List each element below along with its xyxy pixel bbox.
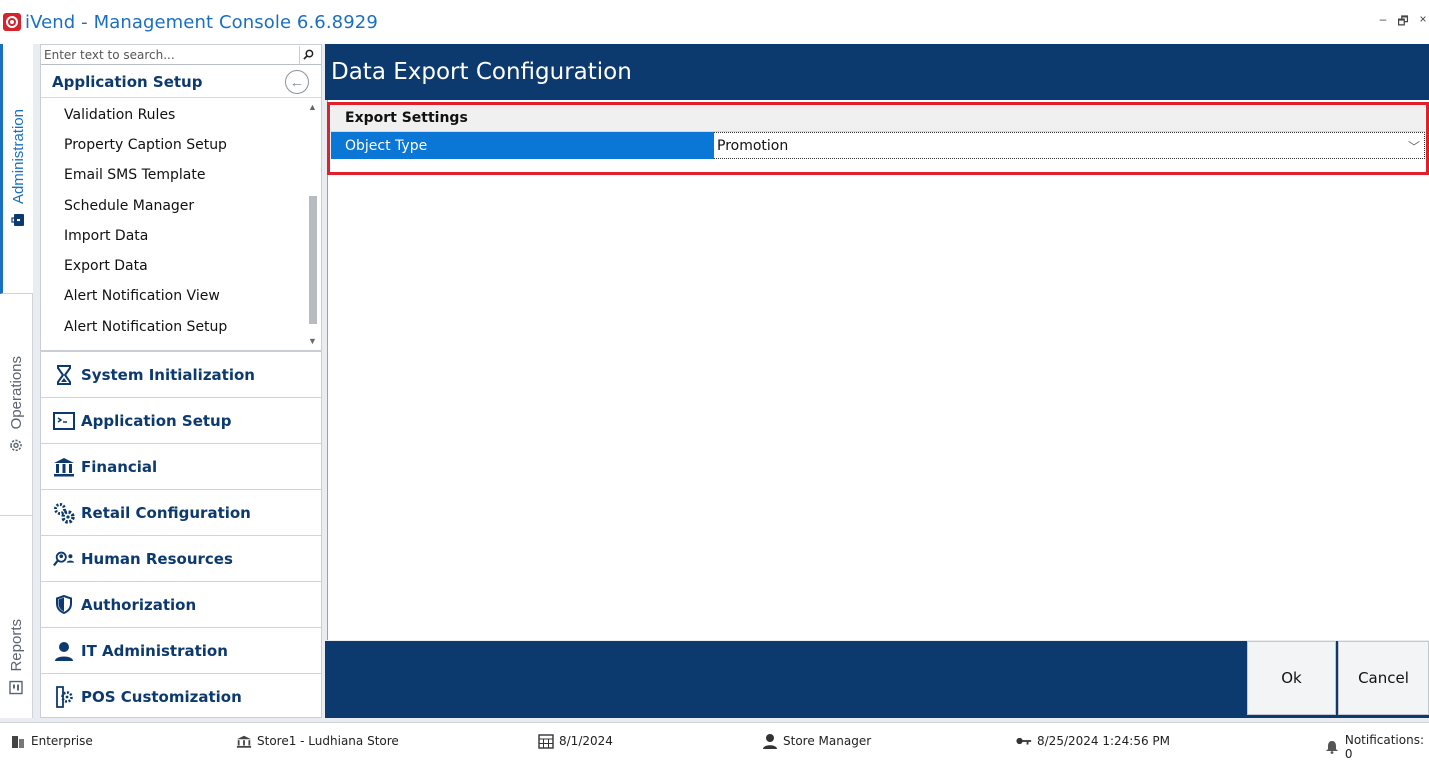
tab-operations-label: Operations xyxy=(8,355,25,430)
expanded-group-header: Application Setup ← xyxy=(41,66,321,98)
nav-group-financial[interactable]: Financial xyxy=(41,444,321,490)
sub-item-list: Validation Rules Property Caption Setup … xyxy=(41,100,321,350)
nav-group-label: Authorization xyxy=(81,595,197,614)
sub-item-email-sms-template[interactable]: Email SMS Template xyxy=(64,167,205,183)
close-icon[interactable]: × xyxy=(1417,12,1429,33)
console-icon xyxy=(53,410,75,432)
cancel-button[interactable]: Cancel xyxy=(1338,641,1429,715)
sub-list-scrollbar[interactable]: ▲ ▼ xyxy=(305,100,320,348)
window-controls: – 🗗 × xyxy=(1377,12,1429,33)
status-date-text: 8/1/2024 xyxy=(559,734,613,748)
window-title: iVend - Management Console 6.6.8929 xyxy=(25,11,378,33)
object-type-label: Object Type xyxy=(331,132,714,159)
briefcase-icon xyxy=(11,214,24,227)
user-icon xyxy=(53,640,75,662)
minimize-icon[interactable]: – xyxy=(1377,12,1389,33)
nav-group-label: System Initialization xyxy=(81,365,255,384)
tab-administration[interactable]: Administration xyxy=(0,44,33,294)
main-header: Data Export Configuration xyxy=(325,44,1429,100)
nav-group-label: Financial xyxy=(81,457,158,476)
status-date: 8/1/2024 xyxy=(538,733,613,749)
scroll-down-arrow-icon[interactable]: ▼ xyxy=(305,334,320,348)
arrow-left-icon: ← xyxy=(289,73,305,91)
report-icon xyxy=(9,680,24,694)
main-panel: Data Export Configuration Export Setting… xyxy=(325,44,1429,718)
people-search-icon xyxy=(53,548,75,570)
page-title: Data Export Configuration xyxy=(331,59,632,85)
ok-button[interactable]: Ok xyxy=(1247,641,1336,715)
tab-reports-label: Reports xyxy=(8,618,25,672)
nav-group-it-administration[interactable]: IT Administration xyxy=(41,628,321,674)
sub-item-schedule-manager[interactable]: Schedule Manager xyxy=(64,198,194,214)
nav-group-human-resources[interactable]: Human Resources xyxy=(41,536,321,582)
nav-group-pos-customization[interactable]: POS Customization xyxy=(41,674,321,720)
object-type-value: Promotion xyxy=(717,137,789,154)
user-icon xyxy=(762,733,778,749)
object-type-row[interactable]: Object Type Promotion ﹀ xyxy=(331,132,1425,159)
nav-group-system-initialization[interactable]: System Initialization xyxy=(41,352,321,398)
object-type-dropdown[interactable]: Promotion ﹀ xyxy=(714,132,1425,159)
module-tabs: Administration Operations Reports xyxy=(0,44,33,718)
property-grid-area: Export Settings Object Type Promotion ﹀ xyxy=(327,100,1429,640)
search-box xyxy=(41,45,321,65)
export-settings-section: Export Settings xyxy=(331,105,1425,132)
status-role: Store Manager xyxy=(762,733,871,749)
sub-item-alert-notification-setup[interactable]: Alert Notification Setup xyxy=(64,319,227,335)
back-button[interactable]: ← xyxy=(285,70,309,94)
chevron-down-icon[interactable]: ﹀ xyxy=(1408,138,1420,155)
nav-group-application-setup[interactable]: Application Setup xyxy=(41,398,321,444)
hourglass-icon xyxy=(53,364,75,386)
scroll-up-arrow-icon[interactable]: ▲ xyxy=(305,100,320,114)
status-login-time: 8/25/2024 1:24:56 PM xyxy=(1016,733,1170,749)
nav-group-label: POS Customization xyxy=(81,688,242,706)
gear-icon xyxy=(10,439,23,451)
section-title: Export Settings xyxy=(345,110,468,126)
key-icon xyxy=(1016,733,1032,749)
action-bar: Ok Cancel xyxy=(325,641,1429,718)
nav-group-label: Human Resources xyxy=(81,549,233,568)
navigation-panel: Application Setup ← Validation Rules Pro… xyxy=(40,44,322,718)
building-icon xyxy=(10,733,26,749)
status-store: Store1 - Ludhiana Store xyxy=(236,733,399,749)
sub-item-alert-notification-view[interactable]: Alert Notification View xyxy=(64,288,220,304)
sub-item-property-caption-setup[interactable]: Property Caption Setup xyxy=(64,137,227,153)
sub-item-import-data[interactable]: Import Data xyxy=(64,228,148,244)
status-role-text: Store Manager xyxy=(783,734,872,748)
management-console-window: iVend - Management Console 6.6.8929 – 🗗 … xyxy=(0,0,1429,761)
gears-icon xyxy=(53,502,75,524)
status-company: Enterprise xyxy=(10,733,93,749)
calendar-icon xyxy=(538,733,554,749)
app-logo-icon xyxy=(3,13,21,31)
sub-item-export-data[interactable]: Export Data xyxy=(64,258,148,274)
bell-icon xyxy=(1325,739,1340,755)
shield-icon xyxy=(53,594,75,616)
title-bar: iVend - Management Console 6.6.8929 – 🗗 … xyxy=(0,0,1429,44)
nav-group-label: IT Administration xyxy=(81,641,228,660)
sub-item-validation-rules[interactable]: Validation Rules xyxy=(64,107,175,123)
tab-administration-label: Administration xyxy=(9,108,27,205)
pos-gear-icon xyxy=(53,686,75,708)
status-notifications-text: Notifications: 0 xyxy=(1344,733,1425,761)
restore-icon[interactable]: 🗗 xyxy=(1397,12,1409,33)
nav-group-authorization[interactable]: Authorization xyxy=(41,582,321,628)
store-icon xyxy=(236,733,252,749)
status-store-text: Store1 - Ludhiana Store xyxy=(257,734,399,748)
nav-group-retail-configuration[interactable]: Retail Configuration xyxy=(41,490,321,536)
tab-operations[interactable]: Operations xyxy=(0,294,33,516)
expanded-group-title: Application Setup xyxy=(52,72,203,91)
search-icon xyxy=(303,49,314,60)
status-notifications[interactable]: Notifications: 0 xyxy=(1325,733,1429,761)
status-login-time-text: 8/25/2024 1:24:56 PM xyxy=(1037,734,1171,748)
search-input[interactable] xyxy=(41,45,299,64)
status-company-text: Enterprise xyxy=(31,734,93,748)
scroll-thumb[interactable] xyxy=(309,196,317,324)
tab-reports[interactable]: Reports xyxy=(0,516,33,718)
nav-group-label: Retail Configuration xyxy=(81,503,251,522)
search-button[interactable] xyxy=(299,45,317,64)
nav-group-label: Application Setup xyxy=(81,411,232,430)
status-bar: Enterprise Store1 - Ludhiana Store 8/1/2… xyxy=(0,722,1429,761)
bank-icon xyxy=(53,456,75,478)
